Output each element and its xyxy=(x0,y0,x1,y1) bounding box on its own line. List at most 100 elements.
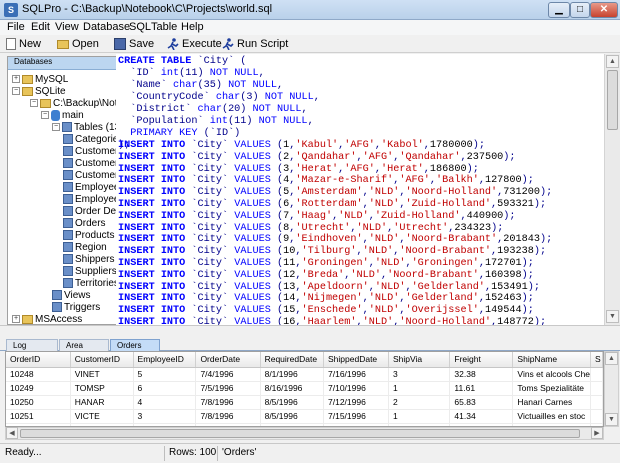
menu-table[interactable]: Table xyxy=(151,21,177,33)
table-cell[interactable]: Hanari Carnes xyxy=(512,395,592,410)
menu-help[interactable]: Help xyxy=(181,21,204,33)
table-cell[interactable]: 7/10/1996 xyxy=(323,381,389,396)
grid-vertical-scrollbar[interactable]: ▲ ▼ xyxy=(604,351,619,427)
maximize-button[interactable]: □ xyxy=(570,2,590,18)
column-header[interactable]: ShippedDate xyxy=(323,352,389,368)
table-cell[interactable]: 1 xyxy=(388,381,451,396)
table-cell[interactable]: 65.83 xyxy=(449,395,514,410)
tree-node[interactable]: Order Details xyxy=(63,205,117,217)
table-cell[interactable]: 10249 xyxy=(6,381,71,396)
save-button[interactable]: Save xyxy=(114,36,154,52)
table-cell[interactable]: 8/16/1996 xyxy=(260,381,325,396)
open-button[interactable]: Open xyxy=(57,36,99,52)
close-button[interactable]: ✕ xyxy=(590,2,618,18)
menu-edit[interactable]: Edit xyxy=(31,21,50,33)
grid-scroll-up-arrow-icon[interactable]: ▲ xyxy=(605,352,618,365)
tree-node[interactable]: Products xyxy=(63,229,114,241)
table-cell[interactable]: 32.38 xyxy=(449,367,514,382)
table-cell[interactable]: 7/8/1996 xyxy=(195,409,261,424)
table-cell[interactable]: Toms Spezialitäte xyxy=(512,381,592,396)
menu-database[interactable]: Database xyxy=(83,21,130,33)
panel-splitter[interactable] xyxy=(0,325,620,339)
table-cell[interactable]: 7/8/1996 xyxy=(195,395,261,410)
table-cell[interactable]: Victuailles en stoc xyxy=(512,409,592,424)
table-row[interactable]: 10251 VICTE 3 7/8/1996 8/5/1996 7/15/1996 1 41.… xyxy=(6,409,603,424)
tree-node[interactable]: Triggers xyxy=(52,301,100,313)
collapse-icon[interactable]: − xyxy=(30,99,38,107)
table-cell[interactable]: 10248 xyxy=(6,367,71,382)
table-cell[interactable]: 1 xyxy=(388,409,451,424)
table-cell[interactable] xyxy=(590,395,603,410)
run-script-button[interactable]: Run Script xyxy=(222,36,288,52)
tree-node[interactable]: Territories xyxy=(63,277,117,289)
table-cell[interactable]: 10250 xyxy=(6,395,71,410)
table-cell[interactable]: 3 xyxy=(133,409,197,424)
table-cell[interactable]: 8/1/1996 xyxy=(260,367,325,382)
column-header[interactable]: S xyxy=(590,352,603,368)
table-cell[interactable]: 6 xyxy=(133,381,197,396)
column-header[interactable]: OrderID xyxy=(6,352,71,368)
table-cell[interactable]: 7/4/1996 xyxy=(195,367,261,382)
sql-editor[interactable]: CREATE TABLE `City` ( `ID` int(11) NOT N… xyxy=(116,54,604,325)
tree-node[interactable]: − C:\Backup\Notebook xyxy=(30,97,117,109)
column-header[interactable]: EmployeeID xyxy=(133,352,197,368)
tree-node[interactable]: − SQLite xyxy=(12,85,66,97)
table-cell[interactable] xyxy=(590,381,603,396)
editor-vertical-scrollbar[interactable]: ▲ ▼ xyxy=(604,54,620,325)
tree-node[interactable]: Suppliers xyxy=(63,265,117,277)
scroll-down-arrow-icon[interactable]: ▼ xyxy=(606,310,619,323)
tab-orders[interactable]: Orders xyxy=(110,339,160,351)
grid-hscroll-thumb[interactable] xyxy=(20,429,580,438)
table-cell[interactable]: 7/5/1996 xyxy=(195,381,261,396)
grid-scroll-right-arrow-icon[interactable]: ▶ xyxy=(591,427,603,439)
table-cell[interactable]: 7/15/1996 xyxy=(323,409,389,424)
tab-area-codes[interactable]: Area Codes xyxy=(59,339,109,361)
tree-node[interactable]: Categories xyxy=(63,133,117,145)
tree-node[interactable]: Shippers xyxy=(63,253,114,265)
column-header[interactable]: OrderDate xyxy=(195,352,261,368)
column-header[interactable]: Freight xyxy=(449,352,514,368)
tree-node[interactable]: − main xyxy=(41,109,84,121)
tree-node[interactable]: Customer xyxy=(63,169,117,181)
table-cell[interactable]: 7/12/1996 xyxy=(323,395,389,410)
table-cell[interactable]: 4 xyxy=(133,395,197,410)
collapse-icon[interactable]: − xyxy=(41,111,49,119)
menu-sql[interactable]: SQL xyxy=(129,21,151,33)
expand-icon[interactable]: + xyxy=(12,315,20,323)
column-header[interactable]: CustomerID xyxy=(70,352,134,368)
collapse-icon[interactable]: − xyxy=(52,123,60,131)
expand-icon[interactable]: + xyxy=(12,75,20,83)
table-row[interactable]: 10248 VINET 5 7/4/1996 8/1/1996 7/16/1996 3 32.… xyxy=(6,367,603,382)
grid-scroll-left-arrow-icon[interactable]: ◀ xyxy=(6,427,18,439)
tab-log[interactable]: Log xyxy=(6,339,58,351)
table-cell[interactable]: 2 xyxy=(388,395,451,410)
table-row[interactable]: 10249 TOMSP 6 7/5/1996 8/16/1996 7/10/1996 1 11… xyxy=(6,381,603,396)
table-cell[interactable]: 8/5/1996 xyxy=(260,409,325,424)
databases-header[interactable]: Databases xyxy=(8,57,117,70)
table-cell[interactable]: Vins et alcools Che xyxy=(512,367,592,382)
table-cell[interactable]: 3 xyxy=(388,367,451,382)
menu-view[interactable]: View xyxy=(55,21,79,33)
table-cell[interactable]: 41.34 xyxy=(449,409,514,424)
table-cell[interactable]: 10251 xyxy=(6,409,71,424)
tree-node[interactable]: + MySQL xyxy=(12,73,68,85)
table-cell[interactable]: VINET xyxy=(70,367,134,382)
scroll-thumb[interactable] xyxy=(607,70,618,130)
column-header[interactable]: ShipName xyxy=(512,352,592,368)
tree-node[interactable]: Employees xyxy=(63,181,117,193)
table-cell[interactable]: 11.61 xyxy=(449,381,514,396)
scroll-up-arrow-icon[interactable]: ▲ xyxy=(606,55,619,68)
table-cell[interactable]: 8/5/1996 xyxy=(260,395,325,410)
column-header[interactable]: ShipVia xyxy=(388,352,451,368)
tree-node[interactable]: Region xyxy=(63,241,107,253)
tree-node[interactable]: Customer xyxy=(63,157,117,169)
column-header[interactable]: RequiredDate xyxy=(260,352,325,368)
table-cell[interactable] xyxy=(590,367,603,382)
table-row[interactable]: 10250 HANAR 4 7/8/1996 8/5/1996 7/12/1996 2 65.… xyxy=(6,395,603,410)
table-cell[interactable] xyxy=(590,409,603,424)
minimize-button[interactable]: ▁ xyxy=(548,2,570,18)
tree-node[interactable]: Employee xyxy=(63,193,117,205)
execute-button[interactable]: Execute xyxy=(167,36,222,52)
grid-horizontal-scrollbar[interactable]: ◀ ▶ xyxy=(5,427,604,440)
table-cell[interactable]: VICTE xyxy=(70,409,134,424)
